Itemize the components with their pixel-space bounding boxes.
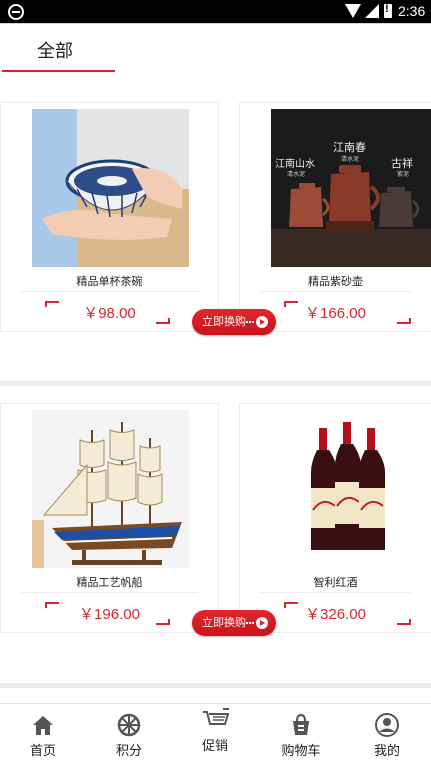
product-card-sailing-ship[interactable]: 精品工艺帆船 ￥196.00: [0, 403, 219, 633]
section-separator: [0, 683, 431, 688]
price-corner-decor: [397, 619, 411, 625]
nav-cart[interactable]: 购物车: [258, 704, 344, 768]
cart-promo-icon: [203, 708, 230, 725]
nav-label: 首页: [29, 744, 56, 759]
nav-points[interactable]: 积分: [86, 704, 172, 768]
product-image-tea-bowl: [32, 109, 189, 267]
image-text: 紫泥: [397, 170, 409, 178]
nav-label: 积分: [115, 744, 142, 759]
divider: [21, 592, 198, 593]
exchange-now-button[interactable]: 立即换购: [192, 309, 276, 335]
nav-promotion[interactable]: 促销: [172, 704, 258, 768]
product-price: ￥196.00: [79, 606, 140, 623]
shopping-bag-icon: [293, 713, 309, 735]
price-corner-decor: [156, 318, 170, 324]
image-text: 古祥: [391, 156, 413, 170]
bottom-navigation: 首页 积分 促销 购物车 我的: [0, 703, 431, 767]
product-price: ￥98.00: [83, 305, 136, 322]
image-text: 清水泥: [341, 155, 359, 163]
nav-label: 购物车: [281, 744, 321, 759]
exchange-button-label: 立即换购: [202, 315, 246, 328]
divider: [260, 592, 411, 593]
product-image-red-wine: [271, 410, 431, 568]
status-bar: 2:36: [0, 0, 431, 23]
profile-icon: [375, 713, 399, 737]
home-icon: [33, 716, 53, 735]
product-card-tea-bowl[interactable]: 精品单杯茶碗 ￥98.00: [0, 102, 219, 332]
battery-icon: [384, 3, 392, 18]
divider: [21, 291, 198, 292]
nav-mine[interactable]: 我的: [344, 704, 430, 768]
image-text: 江南山水: [275, 157, 315, 170]
clock: 2:36: [398, 3, 426, 19]
image-text: 江南春: [333, 141, 366, 154]
product-image-sailing-ship: [32, 410, 189, 568]
nav-label: 我的: [373, 744, 400, 759]
section-separator: [0, 381, 431, 386]
signal-icon: [365, 4, 379, 18]
dashes-decor: [246, 321, 254, 323]
product-name: 精品单杯茶碗: [76, 275, 143, 288]
exchange-button-label: 立即换购: [202, 616, 246, 629]
product-image-teapots: 江南春 清水泥 江南山水 清水泥 古祥 紫泥: [271, 109, 431, 267]
product-card-teapots[interactable]: 江南春 清水泥 江南山水 清水泥 古祥 紫泥 精品紫砂壶 ￥166.00: [239, 102, 431, 332]
price-corner-decor: [156, 619, 170, 625]
arrow-right-icon: [256, 316, 268, 328]
divider: [260, 291, 411, 292]
nav-label: 促销: [201, 739, 228, 754]
product-card-red-wine[interactable]: 智利红酒 ￥326.00: [239, 403, 431, 633]
dashes-decor: [246, 622, 254, 624]
arrow-right-icon: [256, 617, 268, 629]
nav-home[interactable]: 首页: [0, 704, 86, 768]
wifi-icon: [345, 4, 361, 18]
product-name: 精品工艺帆船: [76, 576, 143, 589]
image-text: 清水泥: [287, 170, 305, 178]
category-tab-bar: 全部: [0, 24, 431, 80]
product-name: 精品紫砂壶: [308, 275, 363, 288]
product-name: 智利红酒: [313, 576, 358, 589]
app-notification-icon: [8, 4, 24, 20]
exchange-now-button[interactable]: 立即换购: [192, 610, 276, 636]
points-icon: [117, 713, 141, 737]
price-corner-decor: [397, 318, 411, 324]
active-tab-indicator: [2, 70, 115, 72]
tab-all[interactable]: 全部: [37, 37, 73, 63]
